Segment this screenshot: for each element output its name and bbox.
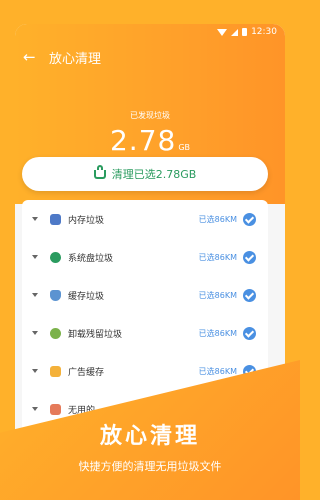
checkbox[interactable] <box>243 288 256 302</box>
signal-icon <box>231 28 239 36</box>
list-item[interactable]: 系统盘垃圾 已选86KM <box>22 238 268 276</box>
junk-size-value: 2.78 <box>109 124 177 157</box>
uninstall-icon <box>50 327 61 339</box>
chevron-down-icon[interactable] <box>32 255 38 259</box>
cache-icon <box>50 289 61 301</box>
ram-icon <box>50 213 61 225</box>
checkbox[interactable] <box>243 250 256 264</box>
list-item[interactable]: 缓存垃圾 已选86KM <box>22 276 268 314</box>
item-selected: 已选86KM <box>198 214 237 224</box>
disk-icon <box>50 251 61 263</box>
item-label: 内存垃圾 <box>68 215 105 226</box>
chevron-down-icon[interactable] <box>32 369 38 373</box>
chevron-down-icon[interactable] <box>32 293 38 297</box>
item-selected: 已选86KM <box>198 328 237 338</box>
battery-icon <box>242 28 248 36</box>
item-label: 缓存垃圾 <box>68 291 105 302</box>
item-selected: 已选86KM <box>198 366 237 376</box>
useless-file-icon <box>50 403 61 415</box>
chevron-down-icon[interactable] <box>32 407 38 411</box>
checkbox[interactable] <box>243 326 256 340</box>
status-bar: 12:30 <box>15 24 285 40</box>
item-selected: 已选86KM <box>198 290 237 300</box>
item-selected: 已选86KM <box>198 252 237 262</box>
status-time: 12:30 <box>251 27 277 37</box>
arrow-left-icon[interactable]: ← <box>23 42 49 72</box>
chevron-down-icon[interactable] <box>32 217 38 221</box>
list-item[interactable]: 内存垃圾 已选86KM <box>22 200 268 238</box>
basket-icon <box>93 164 106 179</box>
junk-size-unit: GB <box>178 143 191 152</box>
page-title: 放心清理 <box>49 51 102 67</box>
list-item[interactable]: 卸载残留垃圾 已选86KM <box>22 314 268 352</box>
clean-button-label: 清理已选2.78GB <box>111 168 197 181</box>
title-bar: ← 放心清理 <box>15 42 285 72</box>
item-label: 卸载残留垃圾 <box>68 329 123 340</box>
promo-title: 放心清理 <box>99 424 200 449</box>
junk-size: 2.78 GB <box>15 124 285 157</box>
wifi-icon <box>217 28 228 36</box>
promo-subtitle: 快捷方便的清理无用垃圾文件 <box>78 460 222 473</box>
chevron-down-icon[interactable] <box>32 331 38 335</box>
checkbox[interactable] <box>243 212 256 226</box>
found-label: 已发现垃圾 <box>130 111 170 120</box>
item-label: 系统盘垃圾 <box>68 253 114 264</box>
item-label: 广告缓存 <box>68 367 105 378</box>
clean-button[interactable]: 清理已选2.78GB <box>22 157 268 191</box>
ad-icon <box>50 365 61 377</box>
